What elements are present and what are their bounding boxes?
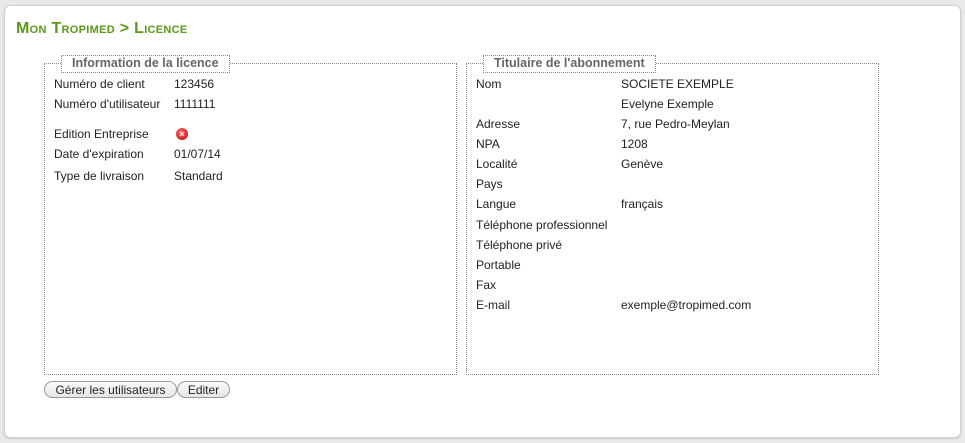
user-number-value: 1111111	[174, 97, 216, 111]
holder-legend: Titulaire de l'abonnement	[483, 55, 656, 73]
holder-row-label: Pays	[476, 177, 503, 191]
holder-row-value: 1208	[621, 137, 648, 151]
delivery-value: Standard	[174, 169, 223, 183]
holder-row-label: Téléphone professionnel	[476, 218, 608, 232]
holder-row-value: SOCIETE EXEMPLE	[621, 77, 734, 91]
edition-label: Edition Entreprise	[54, 127, 149, 141]
client-number-value: 123456	[174, 77, 215, 91]
holder-row-label: E-mail	[476, 298, 511, 312]
holder-row-label: Fax	[476, 278, 497, 292]
holder-box: Titulaire de l'abonnement Nom SOCIETE EX…	[466, 55, 879, 375]
edit-button[interactable]: Editer	[177, 381, 230, 398]
holder-row-label: Localité	[476, 157, 518, 171]
holder-row-value: Evelyne Exemple	[621, 97, 714, 111]
holder-row-label: Téléphone privé	[476, 238, 563, 252]
manage-users-button[interactable]: Gérer les utilisateurs	[44, 381, 177, 398]
holder-row-label: Portable	[476, 258, 521, 272]
licence-info-legend: Information de la licence	[61, 55, 230, 73]
user-number-label: Numéro d'utilisateur	[54, 97, 161, 111]
holder-row-label: Adresse	[476, 117, 521, 131]
holder-row-value: Genève	[621, 157, 664, 171]
holder-row-value: français	[621, 197, 664, 211]
holder-row-label: Nom	[476, 77, 502, 91]
error-icon: ×	[176, 128, 188, 140]
holder-row-label: NPA	[476, 137, 500, 151]
page-title: Mon Tropimed > Licence	[16, 20, 188, 37]
client-number-label: Numéro de client	[54, 77, 145, 91]
expiry-label: Date d'expiration	[54, 147, 144, 161]
expiry-value: 01/07/14	[174, 147, 221, 161]
licence-info-box: Information de la licence Numéro de clie…	[44, 55, 457, 375]
holder-row-label: Langue	[476, 197, 517, 211]
delivery-label: Type de livraison	[54, 169, 145, 183]
holder-row-value: 7, rue Pedro-Meylan	[621, 117, 730, 131]
holder-row-value: exemple@tropimed.com	[621, 298, 752, 312]
